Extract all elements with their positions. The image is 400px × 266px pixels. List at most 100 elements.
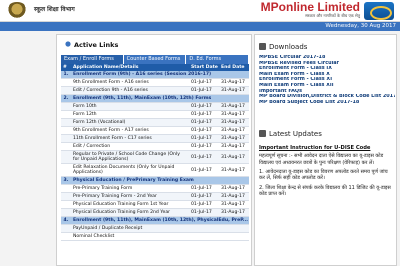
news-icon xyxy=(259,130,266,137)
application-link[interactable]: Pre-Primary Training Form xyxy=(71,184,189,193)
application-link[interactable]: Pre-Primary Training Form - 2nd Year xyxy=(71,192,189,201)
site-header: स्कूल शिक्षा विभाग MPonline Limited सरका… xyxy=(0,0,400,22)
start-date: 01-Jul-17 xyxy=(189,163,219,177)
row-number xyxy=(61,78,71,87)
end-date: 31-Aug-17 xyxy=(219,134,249,143)
update-paragraph: 2. जिला शिक्षा केन्द्र से संपर्क करके वि… xyxy=(259,184,391,198)
end-date: 31-Aug-17 xyxy=(219,208,249,217)
row-number xyxy=(61,126,71,135)
start-date: 01-Jul-17 xyxy=(189,192,219,201)
end-date xyxy=(219,232,249,241)
update-body: महत्वपूर्ण सूचना :- सभी आवेदन दाता ऐसे व… xyxy=(259,153,395,197)
table-row: Pre-Primary Training Form - 2nd Year 01-J… xyxy=(61,192,249,201)
department-title: स्कूल शिक्षा विभाग xyxy=(34,6,75,13)
row-number xyxy=(61,110,71,119)
start-date: 01-Jul-17 xyxy=(189,134,219,143)
application-link[interactable]: Edit Relaxation Documents (Only for Unpa… xyxy=(71,163,189,177)
section-number: 1. xyxy=(61,71,71,79)
table-row: Physical Education Training Form 1st Yea… xyxy=(61,200,249,209)
current-date: Wednesday, 30 Aug 2017 xyxy=(325,23,396,29)
forms-tabs: Exam / Enroll Forms Counter Based Forms … xyxy=(61,55,250,64)
end-date: 31-Aug-17 xyxy=(219,110,249,119)
application-link[interactable]: PayUnpaid / Duplicate Receipt xyxy=(71,224,189,233)
row-number xyxy=(61,184,71,193)
active-links-title: Active Links xyxy=(74,41,119,49)
row-number xyxy=(61,142,71,151)
start-date xyxy=(189,224,219,233)
row-number xyxy=(61,134,71,143)
section-number: 4. xyxy=(61,216,71,225)
application-link[interactable]: Physical Education Training Form 1st Yea… xyxy=(71,200,189,209)
table-row: Edit / Correction 9th - A16 series 01-Jul… xyxy=(61,86,249,95)
table-row: Form 10th 01-Jul-17 31-Aug-17 xyxy=(61,102,249,111)
downloads-title: Downloads xyxy=(269,43,308,51)
row-number xyxy=(61,102,71,111)
section-title: Enrollment (9th, 11th), MainExam (10th, … xyxy=(71,94,249,103)
section-title: Physical Education / PrePrimary Training… xyxy=(71,176,249,185)
applications-table: # Application Name/Details Start Date En… xyxy=(61,64,249,241)
application-link[interactable]: Form 10th xyxy=(71,102,189,111)
end-date: 31-Aug-17 xyxy=(219,142,249,151)
application-link[interactable]: Physical Education Training Form 2nd Yea… xyxy=(71,208,189,217)
section-title: Enrollment (9th, 11th), MainExam (10th, … xyxy=(71,216,249,225)
application-link[interactable]: 11th Enrollment Form - C17 series xyxy=(71,134,189,143)
mp-logo-icon xyxy=(364,2,394,20)
application-link[interactable]: Edit / Correction xyxy=(71,142,189,151)
table-row: 11th Enrollment Form - C17 series 01-Jul-… xyxy=(61,134,249,143)
active-links-panel: Active Links Exam / Enroll Forms Counter… xyxy=(56,34,252,266)
tab-counter-based-forms[interactable]: Counter Based Forms xyxy=(123,55,187,64)
table-row: Regular to Private / School Code Change … xyxy=(61,150,249,164)
application-link[interactable]: 9th Enrollment Form - A16 series xyxy=(71,78,189,87)
end-date: 31-Aug-17 xyxy=(219,163,249,177)
row-number xyxy=(61,232,71,241)
start-date: 01-Jul-17 xyxy=(189,184,219,193)
row-number xyxy=(61,118,71,127)
table-row: Form 12th (Vocational) 01-Jul-17 31-Aug-17 xyxy=(61,118,249,127)
date-bar: Wednesday, 30 Aug 2017 xyxy=(0,22,400,31)
row-number xyxy=(61,150,71,164)
start-date: 01-Jul-17 xyxy=(189,142,219,151)
start-date: 01-Jul-17 xyxy=(189,86,219,95)
application-link[interactable]: Edit / Correction 9th - A16 series xyxy=(71,86,189,95)
end-date: 31-Aug-17 xyxy=(219,118,249,127)
application-link[interactable]: Form 12th (Vocational) xyxy=(71,118,189,127)
row-number xyxy=(61,224,71,233)
row-number xyxy=(61,200,71,209)
application-link[interactable]: Nominal Checklist xyxy=(71,232,189,241)
end-date xyxy=(219,224,249,233)
col-start-date: Start Date xyxy=(189,64,219,71)
table-header-row: # Application Name/Details Start Date En… xyxy=(61,64,249,71)
row-number xyxy=(61,86,71,95)
table-row: Form 12th 01-Jul-17 31-Aug-17 xyxy=(61,110,249,119)
row-number xyxy=(61,163,71,177)
col-application-name: Application Name/Details xyxy=(71,64,189,71)
start-date: 01-Jul-17 xyxy=(189,150,219,164)
start-date: 01-Jul-17 xyxy=(189,118,219,127)
mponline-brand[interactable]: MPonline Limited सरकार और नागरिकों के बी… xyxy=(248,0,360,18)
application-link[interactable]: 9th Enrollment Form - A17 series xyxy=(71,126,189,135)
downloads-heading: Downloads xyxy=(259,43,307,51)
application-link[interactable]: Form 12th xyxy=(71,110,189,119)
table-row: 9th Enrollment Form - A17 series 01-Jul-1… xyxy=(61,126,249,135)
update-paragraph: 1. आवेदनदाता यू-डाइस कोड का विवरण अपलोड … xyxy=(259,169,388,182)
update-headline[interactable]: Important Instruction for U-DISE Code xyxy=(259,145,395,151)
end-date: 31-Aug-17 xyxy=(219,126,249,135)
side-panel: Downloads MPBSE Circular 2017-18 MPBSE Re… xyxy=(254,34,397,266)
download-link[interactable]: MP Board Subject Code List 2017-18 xyxy=(259,100,395,106)
tab-ded-forms[interactable]: D. Ed. Forms xyxy=(186,55,250,64)
end-date: 31-Aug-17 xyxy=(219,102,249,111)
application-link[interactable]: Regular to Private / School Code Change … xyxy=(71,150,189,164)
tab-exam-enroll-forms[interactable]: Exam / Enroll Forms xyxy=(61,55,124,64)
active-links-heading: Active Links xyxy=(65,41,118,49)
end-date: 31-Aug-17 xyxy=(219,78,249,87)
end-date: 31-Aug-17 xyxy=(219,184,249,193)
table-row: Edit / Correction 01-Jul-17 31-Aug-17 xyxy=(61,142,249,151)
download-icon xyxy=(259,43,266,50)
start-date xyxy=(189,232,219,241)
section-number: 3. xyxy=(61,176,71,185)
updates-title: Latest Updates xyxy=(269,130,322,138)
brand-name: MPonline Limited xyxy=(260,0,360,14)
section-row: 1. Enrollment Form (9th) - A16 series (Se… xyxy=(61,71,249,79)
start-date: 01-Jul-17 xyxy=(189,200,219,209)
col-number: # xyxy=(61,64,71,71)
